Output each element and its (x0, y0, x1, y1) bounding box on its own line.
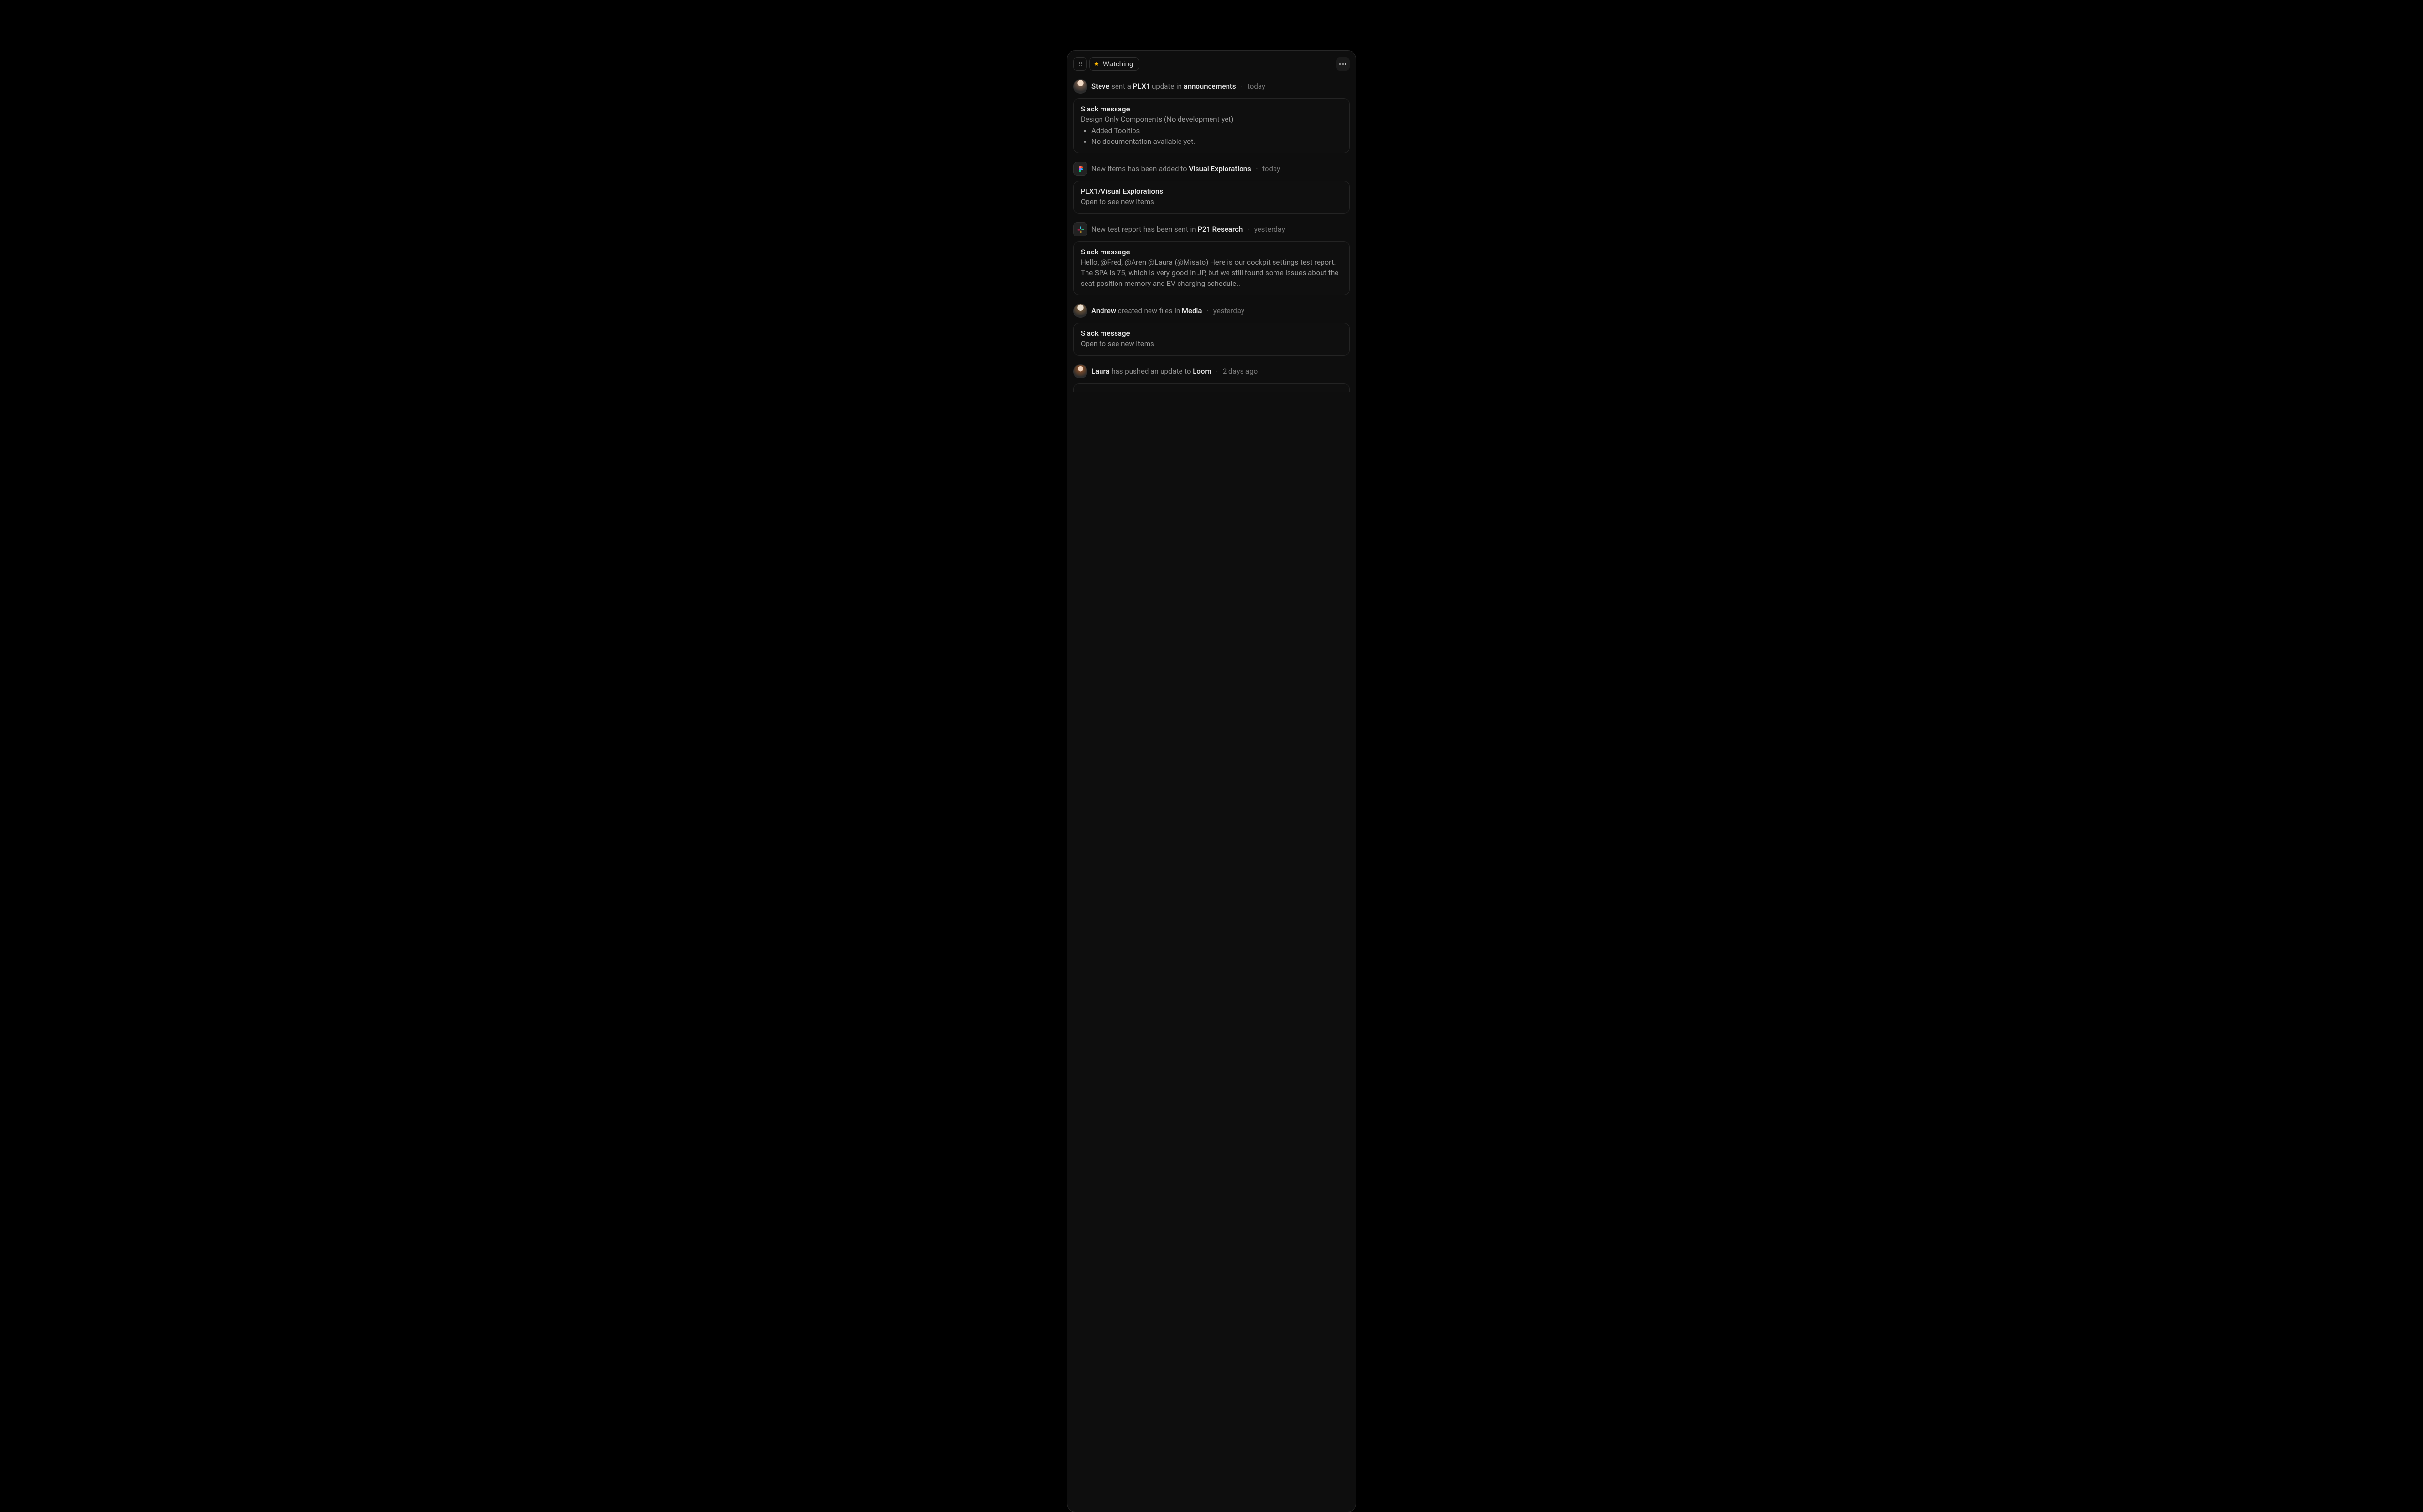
entry-headline-row: Steve sent a PLX1 update in announcement… (1073, 79, 1350, 94)
target-link[interactable]: Visual Explorations (1189, 164, 1251, 173)
actor-name[interactable]: Andrew (1091, 306, 1116, 315)
panel-header: ★ Watching (1073, 57, 1350, 71)
figma-icon[interactable] (1073, 162, 1087, 176)
avatar[interactable] (1073, 364, 1087, 378)
entry-card[interactable]: PLX1/Visual Explorations Open to see new… (1073, 181, 1350, 214)
star-icon: ★ (1094, 61, 1099, 67)
feed-entry: New items has been added to Visual Explo… (1073, 162, 1350, 214)
avatar[interactable] (1073, 304, 1087, 318)
card-body: Open to see new items (1081, 197, 1342, 207)
entry-headline-row: Andrew created new files in Media · yest… (1073, 304, 1350, 318)
card-title: Slack message (1081, 105, 1342, 113)
watching-label: Watching (1103, 60, 1133, 68)
list-item: No documentation available yet.. (1091, 137, 1342, 147)
entry-headline: New test report has been sent in P21 Res… (1091, 224, 1285, 235)
watching-chip[interactable]: ★ Watching (1089, 57, 1139, 71)
drag-handle[interactable] (1073, 57, 1087, 71)
entry-headline-row: New items has been added to Visual Explo… (1073, 162, 1350, 176)
target-link[interactable]: Loom (1193, 367, 1211, 376)
feed-entry: Laura has pushed an update to Loom · 2 d… (1073, 364, 1350, 392)
actor-name[interactable]: Laura (1091, 367, 1110, 376)
more-icon (1339, 63, 1346, 65)
entry-headline: New items has been added to Visual Explo… (1091, 164, 1280, 174)
entry-card[interactable] (1073, 383, 1350, 392)
card-body: Hello, @Fred, @Aren @Laura (@Misato) Her… (1081, 257, 1342, 289)
feed-entry: Andrew created new files in Media · yest… (1073, 304, 1350, 356)
feed-entry: New test report has been sent in P21 Res… (1073, 222, 1350, 295)
card-body: Design Only Components (No development y… (1081, 114, 1342, 147)
entry-headline: Laura has pushed an update to Loom · 2 d… (1091, 366, 1258, 377)
target-link[interactable]: PLX1 (1133, 82, 1150, 91)
feed-entry: Steve sent a PLX1 update in announcement… (1073, 79, 1350, 153)
card-title: Slack message (1081, 329, 1342, 338)
target-link[interactable]: P21 Research (1197, 225, 1243, 234)
card-title: Slack message (1081, 248, 1342, 256)
entry-headline-row: Laura has pushed an update to Loom · 2 d… (1073, 364, 1350, 378)
entry-headline-row: New test report has been sent in P21 Res… (1073, 222, 1350, 236)
timestamp: yesterday (1213, 306, 1244, 315)
actor-name[interactable]: Steve (1091, 82, 1109, 91)
card-body: Open to see new items (1081, 339, 1342, 349)
avatar[interactable] (1073, 79, 1087, 94)
timestamp: yesterday (1254, 225, 1285, 234)
entry-card[interactable]: Slack message Hello, @Fred, @Aren @Laura… (1073, 241, 1350, 295)
list-item: Added Tooltips (1091, 126, 1342, 137)
slack-icon[interactable] (1073, 222, 1087, 236)
timestamp: today (1247, 82, 1265, 91)
entry-headline: Andrew created new files in Media · yest… (1091, 306, 1244, 316)
activity-panel: ★ Watching Steve sent a PLX1 update in a… (1067, 50, 1356, 1512)
timestamp: 2 days ago (1223, 367, 1258, 376)
entry-card[interactable]: Slack message Open to see new items (1073, 323, 1350, 356)
target-link[interactable]: Media (1182, 306, 1202, 315)
entry-card[interactable]: Slack message Design Only Components (No… (1073, 98, 1350, 153)
entry-headline: Steve sent a PLX1 update in announcement… (1091, 81, 1265, 92)
drag-icon (1079, 62, 1082, 66)
more-button[interactable] (1336, 57, 1350, 71)
card-title: PLX1/Visual Explorations (1081, 187, 1342, 196)
timestamp: today (1262, 164, 1280, 173)
target-link[interactable]: announcements (1184, 82, 1236, 91)
activity-feed: Steve sent a PLX1 update in announcement… (1073, 79, 1350, 392)
